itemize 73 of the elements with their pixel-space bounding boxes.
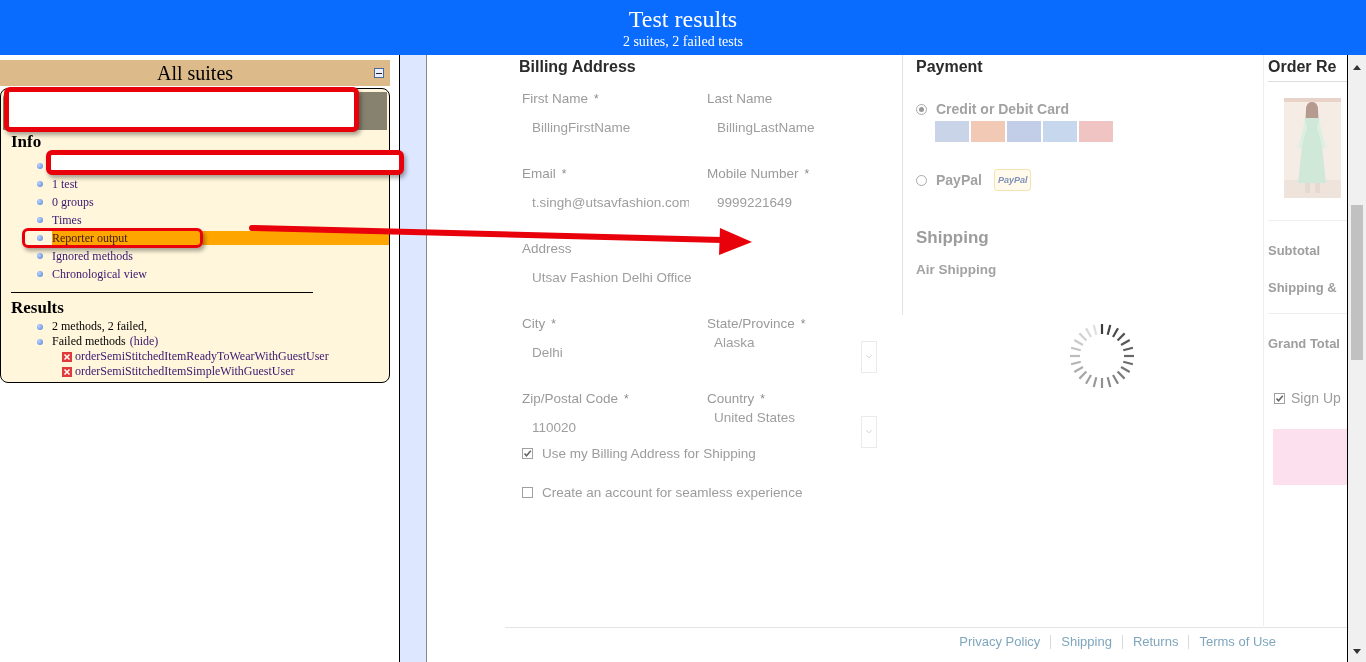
field-label: Country * [707, 390, 765, 408]
section-heading: Payment [916, 57, 983, 77]
scrollbar-thumb[interactable] [1351, 205, 1363, 360]
field-label: State/Province * [707, 315, 806, 333]
field-label: City * [522, 315, 556, 333]
bullet-icon [37, 271, 43, 277]
footer-link[interactable]: Shipping [1061, 634, 1112, 649]
nav-link[interactable]: Ignored methods [52, 249, 133, 263]
bullet-icon [37, 181, 43, 187]
nav-link[interactable]: 1 test [52, 177, 78, 191]
bullet-icon [37, 323, 43, 330]
method-link[interactable]: orderSemiStitchedItemReadyToWearWithGuestUser [75, 349, 329, 364]
hide-link[interactable]: (hide) [129, 334, 159, 349]
failed-icon [62, 366, 72, 377]
scroll-down-icon[interactable] [1353, 649, 1361, 654]
paypal-badge: PayPal [993, 169, 1032, 191]
nav-link[interactable]: Chronological view [52, 267, 147, 281]
loading-spinner-icon [1067, 321, 1137, 391]
method-link[interactable]: orderSemiStitchedItemSimpleWithGuestUser [75, 364, 295, 379]
field-label: Zip/Postal Code * [522, 390, 629, 408]
bullet-icon [37, 253, 43, 259]
input-field[interactable]: Delhi [519, 343, 689, 362]
footer-link[interactable]: Returns [1132, 634, 1179, 649]
nav-link[interactable]: Times [52, 213, 82, 227]
input-field[interactable]: 9999221649 [704, 193, 874, 212]
bullet-icon [37, 235, 43, 241]
caret-icon [861, 341, 877, 373]
nav-link[interactable]: Reporter output [52, 231, 389, 245]
input-field[interactable]: t.singh@utsavfashion.com [519, 193, 689, 212]
result-text: 2 methods, 2 failed, [52, 319, 147, 334]
bullet-icon [37, 338, 43, 345]
section-heading: Results [11, 299, 64, 317]
scroll-up-icon[interactable] [1353, 65, 1361, 70]
page-subtitle: 2 suites, 2 failed tests [622, 34, 744, 50]
input-field[interactable]: BillingFirstName [519, 118, 689, 137]
checkbox-label: Create an account for seamless experience [542, 484, 803, 500]
caret-icon [861, 416, 877, 448]
checkbox[interactable] [522, 447, 533, 459]
field-label: Last Name [707, 90, 773, 108]
field-label: First Name * [522, 90, 599, 108]
field-label: Mobile Number * [707, 165, 810, 183]
summary-label: Subtotal [1268, 243, 1321, 258]
bullet-icon [37, 217, 43, 223]
bullet-icon [37, 199, 43, 205]
option-label: PayPal [936, 172, 982, 188]
section-heading: Billing Address [519, 57, 636, 77]
select-field[interactable]: Alaska [704, 335, 877, 369]
scrollbar[interactable] [1347, 55, 1366, 662]
input-field[interactable]: 110020 [519, 418, 689, 437]
checkbox[interactable] [522, 486, 533, 498]
page-title: Test results [628, 5, 738, 32]
shipping-method: Air Shipping [916, 262, 997, 277]
field-label: Address [522, 240, 572, 258]
checkbox-label: Sign Up [1291, 390, 1341, 406]
section-heading: Shipping [916, 228, 989, 248]
failed-icon [62, 351, 72, 362]
summary-label: Grand Total [1268, 336, 1341, 351]
input-field[interactable]: BillingLastName [704, 118, 874, 137]
collapse-icon[interactable] [374, 68, 384, 78]
field-label: Email * [522, 165, 567, 183]
nav-link[interactable]: 0 groups [52, 195, 94, 209]
checkbox-label: Use my Billing Address for Shipping [542, 445, 756, 461]
option-label: Credit or Debit Card [936, 101, 1069, 117]
suites-title: All suites [156, 62, 234, 84]
section-heading: Info [11, 133, 42, 151]
footer-link[interactable]: Privacy Policy [959, 634, 1041, 649]
bullet-icon [37, 163, 43, 169]
footer-link[interactable]: Terms of Use [1199, 634, 1276, 649]
summary-label: Shipping & [1268, 280, 1338, 295]
checkbox[interactable] [1274, 392, 1285, 404]
result-text: Failed methods [52, 334, 126, 349]
select-field[interactable]: United States [704, 410, 877, 444]
input-field[interactable]: Utsav Fashion Delhi Office [519, 268, 879, 287]
